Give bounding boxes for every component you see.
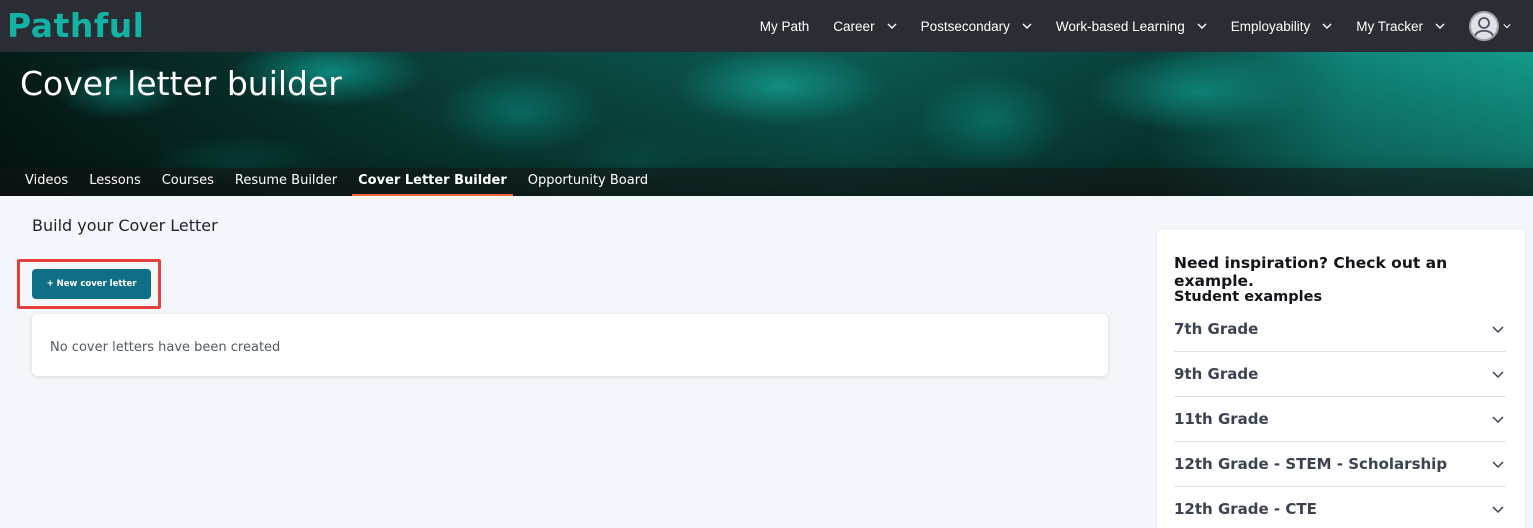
chevron-down-icon (1492, 461, 1504, 469)
nav-item-my-tracker[interactable]: My Tracker (1356, 19, 1445, 34)
accordion-7th-grade[interactable]: 7th Grade (1174, 307, 1506, 352)
user-avatar-icon (1469, 11, 1499, 41)
chevron-down-icon (1503, 24, 1511, 29)
chevron-down-icon (1435, 23, 1445, 29)
hero-banner: Cover letter builder Videos Lessons Cour… (0, 52, 1533, 196)
section-heading: Build your Cover Letter (32, 216, 218, 235)
accordion-label: 7th Grade (1174, 320, 1259, 338)
tab-courses[interactable]: Courses (156, 173, 220, 196)
section-tabs: Videos Lessons Courses Resume Builder Co… (0, 168, 1533, 196)
tab-videos[interactable]: Videos (19, 173, 74, 196)
accordion-label: 12th Grade - STEM - Scholarship (1174, 455, 1448, 473)
tab-cover-letter-builder[interactable]: Cover Letter Builder (352, 173, 513, 196)
tab-resume-builder[interactable]: Resume Builder (229, 173, 343, 196)
nav-item-label: Work-based Learning (1055, 18, 1185, 34)
nav-item-label: Postsecondary (920, 18, 1010, 34)
nav-item-my-path[interactable]: My Path (760, 19, 810, 34)
tab-opportunity-board[interactable]: Opportunity Board (522, 173, 654, 196)
logo-text: Pathful (7, 5, 145, 45)
nav-item-label: My Tracker (1356, 18, 1423, 34)
pathful-logo[interactable]: Pathful (7, 2, 145, 48)
accordion-11th-grade[interactable]: 11th Grade (1174, 397, 1506, 442)
chevron-down-icon (1322, 23, 1332, 29)
tab-lessons[interactable]: Lessons (83, 173, 147, 196)
accordion-12th-grade-stem-scholarship[interactable]: 12th Grade - STEM - Scholarship (1174, 442, 1506, 487)
chevron-down-icon (1492, 326, 1504, 334)
accordion-9th-grade[interactable]: 9th Grade (1174, 352, 1506, 397)
page-title: Cover letter builder (20, 64, 342, 103)
chevron-down-icon (1492, 371, 1504, 379)
chevron-down-icon (1492, 506, 1504, 514)
accordion-label: 9th Grade (1174, 365, 1259, 383)
accordion-label: 11th Grade (1174, 410, 1269, 428)
top-navbar: Pathful My Path Career Postsecondary Wor… (0, 0, 1533, 52)
chevron-down-icon (1197, 23, 1207, 29)
empty-state-message: No cover letters have been created (50, 340, 281, 355)
nav-item-employability[interactable]: Employability (1231, 19, 1333, 34)
new-cover-letter-button[interactable]: + New cover letter (32, 269, 151, 299)
nav-item-label: Employability (1230, 18, 1311, 34)
cover-letter-list: No cover letters have been created (32, 314, 1108, 376)
nav-item-career[interactable]: Career (833, 18, 897, 34)
examples-panel: Need inspiration? Check out an example. … (1157, 230, 1525, 528)
nav-item-postsecondary[interactable]: Postsecondary (921, 19, 1032, 34)
nav-item-label: My Path (759, 18, 810, 34)
main-nav: My Path Career Postsecondary Work-based … (760, 0, 1533, 52)
accordion-label: 12th Grade - CTE (1174, 500, 1317, 518)
accordion-12th-grade-cte[interactable]: 12th Grade - CTE (1174, 487, 1506, 528)
user-menu[interactable] (1469, 11, 1511, 41)
examples-subtitle: Student examples (1174, 289, 1323, 305)
chevron-down-icon (1492, 416, 1504, 424)
chevron-down-icon (887, 23, 897, 29)
chevron-down-icon (1022, 23, 1032, 29)
nav-item-work-based-learning[interactable]: Work-based Learning (1056, 19, 1207, 34)
nav-item-label: Career (833, 18, 875, 34)
examples-title: Need inspiration? Check out an example. (1174, 254, 1448, 290)
